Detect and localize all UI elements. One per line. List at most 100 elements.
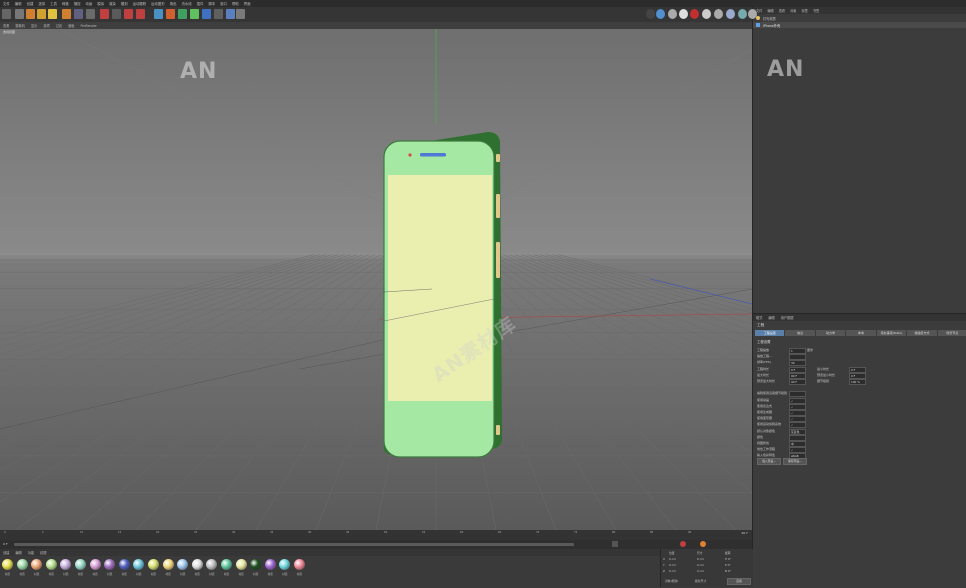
coord-size[interactable]: 0 cm (697, 569, 704, 573)
material-ball[interactable] (31, 559, 43, 570)
object-menu-item[interactable]: 编辑 (767, 8, 773, 13)
material-ball[interactable] (133, 559, 145, 570)
object-row-1[interactable]: iPhone外壳 (753, 22, 966, 28)
material-ball[interactable] (16, 559, 28, 570)
render-tool-icon[interactable] (656, 9, 665, 19)
toolbar-tool-icon[interactable] (86, 9, 95, 19)
material-ball[interactable] (148, 559, 159, 570)
attribute-value-field[interactable] (789, 354, 806, 361)
attribute-menu-item[interactable]: 编辑 (768, 315, 774, 320)
coord-size[interactable]: 0 cm (697, 563, 704, 567)
toolbar-tool-icon[interactable] (166, 9, 175, 19)
coord-size-mode[interactable]: 绝对尺寸 (695, 579, 706, 583)
menu-item[interactable]: 运动图形 (151, 1, 165, 6)
coord-size[interactable]: 0 cm (697, 557, 704, 561)
menu-item[interactable]: 雕刻 (121, 1, 128, 6)
render-tool-icon[interactable] (690, 9, 699, 19)
viewport-menu-item[interactable]: 选项 (43, 23, 49, 28)
attribute-value-field[interactable]: ✓ (789, 422, 806, 429)
attribute-menu-item[interactable]: 模式 (756, 315, 762, 320)
attribute-value-field[interactable]: 0 F (849, 366, 866, 373)
menu-item[interactable]: 选择 (38, 1, 45, 6)
material-ball[interactable] (264, 559, 276, 570)
keyframe-button[interactable] (700, 541, 706, 547)
coord-pos[interactable]: 0 cm (669, 563, 676, 567)
attribute-unit[interactable]: 厘米 (807, 348, 813, 352)
viewport-menu-item[interactable]: 查看 (3, 23, 9, 28)
material-ball[interactable] (221, 559, 232, 570)
material-ball[interactable] (45, 559, 57, 570)
toolbar-tool-icon[interactable] (48, 9, 57, 19)
material-ball[interactable] (2, 559, 13, 570)
record-button[interactable] (680, 541, 686, 547)
coord-mode[interactable]: 对象(相对) (665, 579, 678, 583)
attribute-value-field[interactable]: ✓ (789, 403, 806, 410)
render-tool-icon[interactable] (679, 9, 688, 19)
attribute-tab[interactable]: 帧插值方式 (907, 330, 937, 336)
menu-item[interactable]: 捕捉 (74, 1, 81, 6)
menu-item[interactable]: 工具 (50, 1, 57, 6)
timeline-range-slider[interactable] (14, 543, 574, 546)
coord-rot[interactable]: B 0° (725, 569, 731, 573)
menu-item[interactable]: 模拟 (97, 1, 104, 6)
attribute-menu-item[interactable]: 用户数据 (781, 315, 794, 320)
viewport-menu-item[interactable]: 过滤 (56, 23, 62, 28)
object-menu-item[interactable]: 书签 (813, 8, 819, 13)
render-tool-icon[interactable] (668, 9, 677, 19)
attribute-value-field[interactable]: 0 F (789, 366, 806, 373)
material-ball[interactable] (104, 559, 116, 570)
material-menu-item[interactable]: 功能 (28, 550, 34, 555)
material-ball[interactable] (162, 559, 174, 570)
render-tool-icon[interactable] (714, 9, 723, 19)
material-menu-item[interactable]: 创建 (3, 550, 9, 555)
attribute-value-field[interactable]: ✓ (789, 447, 806, 454)
preset-button[interactable]: 载入预设... (757, 458, 781, 465)
coord-pos[interactable]: 0 cm (669, 569, 676, 573)
menu-item[interactable]: 插件 (197, 1, 204, 6)
viewport[interactable]: AN AN素材库 透视视图 (0, 29, 752, 530)
toolbar-tool-icon[interactable] (214, 9, 223, 19)
toolbar-tool-icon[interactable] (15, 9, 24, 19)
viewport-menu-item[interactable]: 面板 (68, 23, 74, 28)
toolbar-tool-icon[interactable] (26, 9, 35, 19)
toolbar-tool-icon[interactable] (136, 9, 145, 19)
toolbar-tool-icon[interactable] (178, 9, 187, 19)
attribute-tab[interactable]: 动力学 (815, 330, 846, 336)
menu-item[interactable]: 流水线 (182, 1, 192, 6)
material-ball[interactable] (75, 559, 86, 570)
coord-pos[interactable]: 0 cm (669, 557, 676, 561)
material-menu-item[interactable]: 编辑 (15, 550, 21, 555)
menu-item[interactable]: 编辑 (15, 1, 22, 6)
menu-item[interactable]: 动画 (85, 1, 92, 6)
object-menu-item[interactable]: 对象 (790, 8, 796, 13)
attribute-value-field[interactable]: 1 (789, 348, 806, 354)
toolbar-tool-icon[interactable] (202, 9, 211, 19)
menu-item[interactable]: 网格 (62, 1, 69, 6)
attribute-tab[interactable]: 待办事项(ToDo) (876, 330, 907, 336)
render-tool-icon[interactable] (738, 9, 747, 19)
toolbar-tool-icon[interactable] (190, 9, 199, 19)
attribute-tab[interactable]: 参考 (846, 330, 876, 336)
render-tool-icon[interactable] (646, 9, 655, 19)
render-tool-icon[interactable] (748, 9, 757, 19)
attribute-value-field[interactable]: 100 % (849, 379, 866, 385)
menu-item[interactable]: 渲染 (109, 1, 116, 6)
material-ball[interactable] (191, 559, 203, 570)
toolbar-tool-icon[interactable] (112, 9, 121, 19)
apply-button[interactable]: 应用 (727, 578, 751, 585)
menu-item[interactable]: 文件 (3, 1, 10, 6)
toolbar-tool-icon[interactable] (62, 9, 71, 19)
menu-item[interactable]: 角色 (170, 1, 177, 6)
toolbar-tool-icon[interactable] (100, 9, 109, 19)
material-ball[interactable] (250, 559, 262, 570)
material-ball[interactable] (235, 559, 247, 570)
attribute-value-field[interactable]: 30 (789, 360, 806, 367)
object-menu-item[interactable]: 查看 (779, 8, 785, 13)
material-ball[interactable] (60, 559, 72, 570)
render-tool-icon[interactable] (726, 9, 735, 19)
toolbar-tool-icon[interactable] (37, 9, 46, 19)
toolbar-tool-icon[interactable] (124, 9, 133, 19)
menu-item[interactable]: 脚本 (208, 1, 215, 6)
attribute-value-field[interactable]: 0 F (849, 372, 866, 379)
toolbar-tool-icon[interactable] (154, 9, 163, 19)
